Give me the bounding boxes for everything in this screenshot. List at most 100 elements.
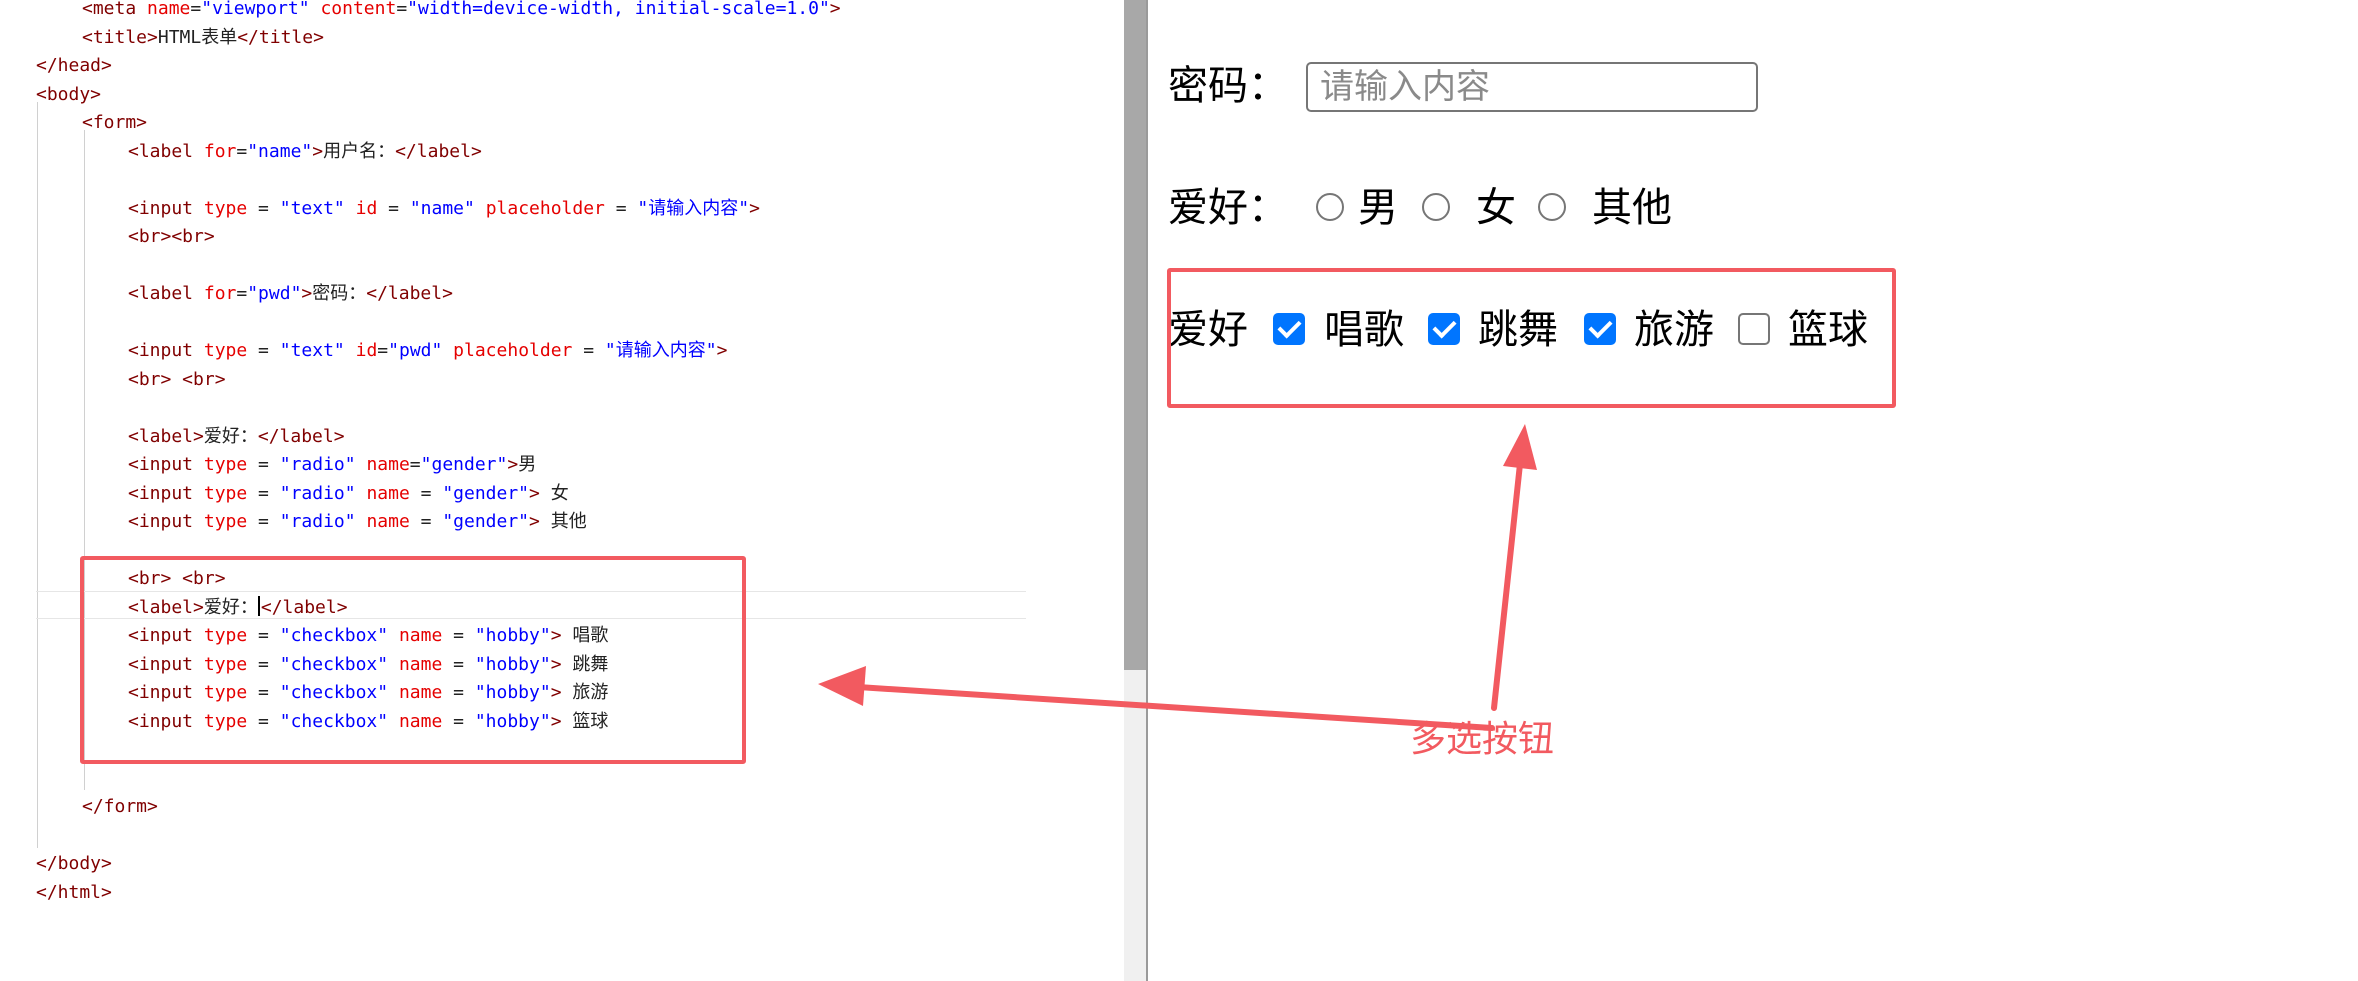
code-token: </body>: [36, 853, 112, 874]
code-token: <input: [128, 454, 204, 475]
code-token: HTML表单: [157, 26, 238, 48]
code-token: <input: [128, 197, 204, 219]
code-token: for: [203, 140, 237, 162]
radio-other[interactable]: [1538, 193, 1566, 221]
code-token: =: [377, 197, 410, 219]
code-line: <title>HTML表单</title>: [82, 23, 324, 52]
annotation-label: 多选按钮: [1410, 719, 1555, 760]
code-token: <br><br>: [128, 226, 215, 247]
code-token: id: [355, 197, 378, 219]
radio-female[interactable]: [1422, 193, 1450, 221]
code-token: <label: [128, 140, 204, 162]
code-line: <meta name="viewport" content="width=dev…: [82, 0, 841, 23]
code-token: <br> <br>: [128, 368, 226, 390]
code-token: name: [366, 511, 410, 532]
code-token: </title>: [237, 26, 324, 48]
code-token: =: [247, 340, 280, 361]
code-token: "radio": [279, 454, 356, 475]
code-line: </html>: [36, 878, 112, 907]
code-line: <label for="name">用户名：</label>: [128, 137, 482, 166]
code-token: </form>: [82, 796, 158, 817]
code-token: >: [829, 0, 841, 19]
code-token: =: [236, 283, 248, 304]
code-token: placeholder: [453, 340, 573, 361]
radio-female-label: 女: [1476, 185, 1516, 231]
code-token: =: [247, 454, 280, 475]
code-token: =: [377, 340, 389, 361]
code-token: 用户名：: [323, 140, 396, 162]
password-label: 密码：: [1168, 63, 1288, 109]
code-token: </label>: [395, 140, 482, 162]
radio-male[interactable]: [1316, 193, 1344, 221]
code-token: <input: [128, 511, 204, 532]
code-token: </html>: [36, 881, 112, 903]
code-token: "name": [409, 197, 475, 219]
code-token: "pwd": [388, 340, 443, 361]
code-token: =: [409, 511, 443, 532]
code-token: >: [507, 454, 519, 475]
code-token: "gender": [420, 454, 508, 475]
code-editor[interactable]: <meta name="viewport" content="width=dev…: [0, 0, 1124, 981]
code-token: >: [529, 511, 540, 532]
gender-label: 爱好：: [1168, 185, 1288, 231]
code-line: </head>: [36, 51, 112, 80]
code-line: </body>: [36, 849, 112, 878]
code-line: <label for="pwd">密码：</label>: [128, 279, 453, 308]
preview-highlight-box: [1167, 268, 1896, 408]
code-highlight-box: [80, 556, 746, 764]
code-token: placeholder: [485, 197, 605, 219]
code-token: "text": [279, 197, 345, 219]
code-token: </label>: [257, 425, 345, 447]
code-line: </form>: [82, 792, 158, 821]
code-token: name: [366, 482, 410, 504]
code-line: <input type = "radio" name="gender">男: [128, 450, 536, 479]
code-token: </label>: [366, 283, 453, 304]
code-token: "text": [279, 340, 345, 361]
code-token: >: [529, 482, 540, 504]
code-token: "请输入内容": [637, 197, 750, 219]
code-token: <label>: [128, 425, 204, 447]
code-token: <body>: [36, 83, 102, 105]
code-token: <label: [128, 283, 204, 304]
code-token: =: [396, 0, 408, 19]
code-token: 其他: [539, 511, 587, 532]
code-line: <br> <br>: [128, 365, 226, 394]
code-token: name: [147, 0, 191, 19]
code-token: 男: [518, 454, 537, 475]
password-input[interactable]: [1306, 62, 1758, 112]
code-token: <title>: [82, 26, 158, 48]
code-token: =: [190, 0, 202, 19]
editor-scrollbar-thumb[interactable]: [1124, 0, 1146, 670]
code-line: <br><br>: [128, 222, 215, 251]
code-token: content: [320, 0, 397, 19]
code-token: =: [409, 482, 443, 504]
code-token: "viewport": [201, 0, 310, 19]
code-token: 爱好：: [203, 425, 258, 447]
code-token: "gender": [442, 482, 530, 504]
code-token: >: [312, 140, 324, 162]
code-token: "width=device-width, initial-scale=1.0": [407, 0, 830, 19]
code-token: =: [247, 482, 280, 504]
code-token: type: [203, 454, 248, 475]
code-token: type: [203, 197, 248, 219]
code-token: </head>: [36, 55, 112, 76]
code-line: <input type = "radio" name = "gender"> 女: [128, 479, 569, 508]
code-token: >: [749, 197, 760, 219]
code-token: "name": [247, 140, 313, 162]
code-line: <input type = "text" id = "name" placeho…: [128, 194, 760, 223]
code-token: <input: [128, 340, 204, 361]
code-token: id: [355, 340, 378, 361]
code-line: <label>爱好：</label>: [128, 422, 345, 451]
code-token: 密码：: [312, 283, 367, 304]
code-token: >: [716, 340, 728, 361]
code-token: type: [203, 482, 248, 504]
code-token: =: [247, 197, 280, 219]
browser-preview: 密码： 爱好： 男 女 其他 爱好 唱歌 跳舞 旅游 篮球: [1148, 0, 2358, 981]
code-token: type: [203, 340, 248, 361]
